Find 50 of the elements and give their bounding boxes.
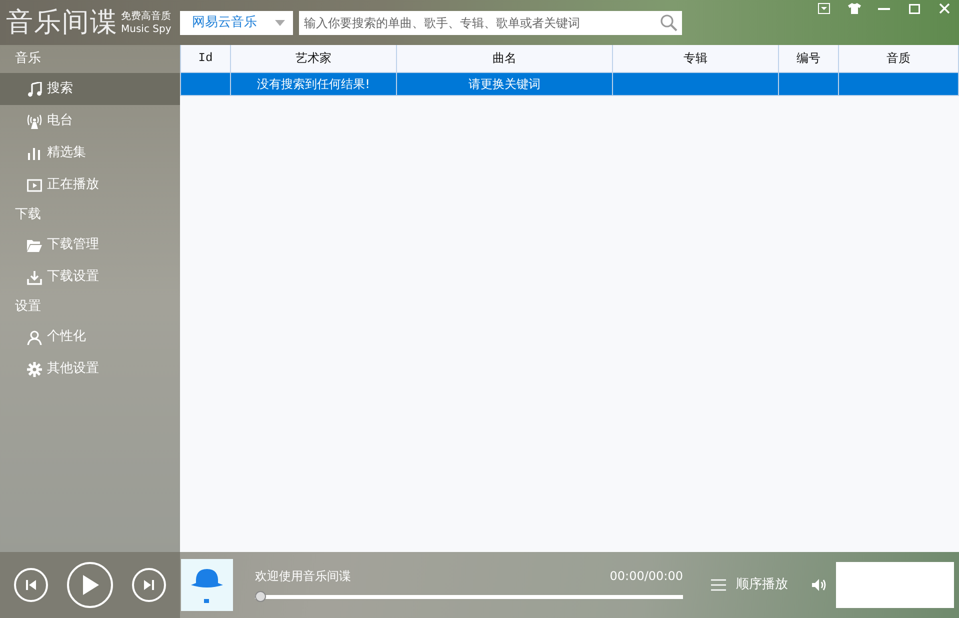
previous-icon — [24, 579, 37, 591]
section-label: 音乐 — [14, 50, 42, 68]
column-header[interactable]: 曲名 — [396, 45, 612, 72]
search-icon[interactable] — [660, 14, 678, 32]
table-cell: 请更换关键词 — [396, 72, 612, 95]
maximize-icon — [908, 4, 920, 14]
next-icon — [143, 579, 156, 591]
music-note-icon — [27, 82, 42, 96]
sidebar-item[interactable]: 下载管理 — [0, 229, 180, 261]
app-subtitle: Music Spy — [121, 22, 172, 36]
sidebar-item[interactable]: 正在播放 — [0, 169, 180, 201]
minimize-icon — [878, 8, 890, 10]
list-icon[interactable] — [711, 579, 726, 591]
app-tagline: 免费高音质 — [121, 10, 172, 22]
user-icon — [27, 330, 42, 344]
source-dropdown[interactable]: 网易云音乐 — [180, 10, 293, 34]
column-header[interactable]: 编号 — [778, 45, 838, 72]
sidebar-item[interactable]: 搜索 — [0, 73, 180, 105]
volume-icon[interactable] — [812, 579, 827, 591]
app-title: 音乐间谍 — [6, 9, 118, 36]
previous-button[interactable] — [14, 568, 48, 602]
play-button[interactable] — [66, 562, 113, 608]
sidebar-item[interactable]: 电台 — [0, 105, 180, 137]
download-icon — [27, 270, 42, 284]
sidebar-item[interactable]: 下载设置 — [0, 261, 180, 293]
section-label: 下载 — [14, 206, 42, 224]
close-icon — [938, 3, 950, 14]
next-button[interactable] — [132, 568, 166, 602]
search-field[interactable]: 输入你要搜索的单曲、歌手、专辑、歌单或者关键词 — [299, 10, 682, 34]
sidebar-item[interactable]: 其他设置 — [0, 353, 180, 385]
skin-icon — [848, 3, 860, 14]
column-header[interactable]: Id — [180, 45, 230, 72]
section-label: 设置 — [14, 298, 42, 316]
column-header[interactable]: 专辑 — [612, 45, 778, 72]
time-display: 00:00/00:00 — [610, 568, 683, 585]
column-header[interactable]: 音质 — [838, 45, 958, 72]
album-cover — [181, 559, 233, 611]
sidebar-item[interactable]: 个性化 — [0, 321, 180, 353]
track-title: 欢迎使用音乐间谍 — [255, 568, 351, 585]
column-header[interactable]: 艺术家 — [230, 45, 396, 72]
settings-icon — [27, 362, 42, 376]
antenna-icon — [27, 114, 42, 128]
table-cell: 没有搜索到任何结果! — [230, 72, 396, 95]
menu-icon — [818, 3, 830, 14]
bars-icon — [27, 146, 42, 160]
sidebar-item[interactable]: 精选集 — [0, 137, 180, 169]
slider-thumb[interactable] — [255, 591, 266, 602]
play-screen-icon — [27, 178, 42, 192]
folder-icon — [27, 238, 42, 252]
play-mode-button[interactable]: 顺序播放 — [736, 575, 788, 595]
